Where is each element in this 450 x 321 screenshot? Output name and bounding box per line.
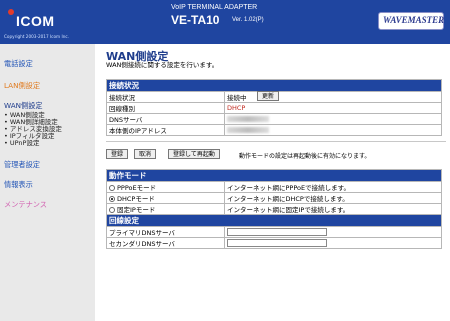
line-type-label: 回線種別 [106, 102, 225, 114]
radio-icon[interactable] [109, 207, 115, 213]
status-value-cell: 接続中 更新 [224, 91, 442, 103]
nav-admin-settings[interactable]: 管理者設定 [4, 160, 40, 170]
register-button[interactable]: 登録 [106, 149, 129, 159]
register-restart-button[interactable]: 登録して再起動 [168, 149, 220, 159]
dns-server-value [224, 113, 442, 125]
radio-icon[interactable] [109, 185, 115, 191]
primary-dns-label: プライマリDNSサーバ [106, 226, 225, 238]
primary-dns-input[interactable] [227, 228, 327, 236]
primary-dns-cell [224, 226, 442, 238]
mode-option-desc: インターネット網にPPPoEで接続します。 [224, 181, 442, 193]
secondary-dns-label: セカンダリDNSサーバ [106, 237, 225, 249]
nav-wan-settings[interactable]: WAN側設定 [4, 101, 43, 111]
cancel-button[interactable]: 取消 [134, 149, 157, 159]
sidebar: 電話設定 LAN側設定 WAN側設定 WAN側設定 WAN側詳細設定 アドレス変… [0, 44, 95, 321]
radio-selected-icon[interactable] [109, 196, 115, 202]
mode-option-dhcp[interactable]: DHCPモード [106, 192, 225, 204]
nav-phone-settings[interactable]: 電話設定 [4, 59, 33, 69]
logo-dot-icon [8, 9, 14, 15]
product-title: VE-TA10 [171, 13, 220, 27]
mode-option-label: DHCPモード [117, 195, 155, 203]
nav-lan-settings[interactable]: LAN側設定 [4, 81, 40, 91]
secondary-dns-cell [224, 237, 442, 249]
secondary-dns-input[interactable] [227, 239, 327, 247]
line-settings-header: 回線設定 [106, 214, 442, 227]
icom-logo: ICOM [6, 6, 66, 36]
device-ip-label: 本体側のIPアドレス [106, 124, 225, 136]
mode-option-static[interactable]: 固定IPモード [106, 203, 225, 215]
status-label: 接続状況 [106, 91, 225, 103]
divider [106, 141, 446, 142]
app-header: ICOM Copyright 2003-2017 Icom Inc. VoIP … [0, 0, 450, 44]
product-version: Ver. 1.02(P) [232, 17, 264, 23]
mode-option-pppoe[interactable]: PPPoEモード [106, 181, 225, 193]
mode-option-label: 固定IPモード [117, 206, 156, 214]
restart-note: 動作モードの設定は再起動後に有効になります。 [239, 153, 371, 160]
copyright: Copyright 2003-2017 Icom Inc. [4, 34, 69, 39]
status-value: 接続中 [227, 94, 247, 102]
brand-logo: WAVEMASTER [378, 12, 444, 30]
nav-info-display[interactable]: 情報表示 [4, 180, 33, 190]
status-header: 接続状況 [106, 79, 442, 92]
mode-table: 動作モード PPPoEモード インターネット網にPPPoEで接続します。 DHC… [106, 169, 442, 249]
device-ip-value [224, 124, 442, 136]
connection-status-table: 接続状況 接続状況 接続中 更新 回線種別 DHCP DNSサーバ 本体側のIP… [106, 79, 442, 136]
blurred-value [227, 127, 269, 133]
mode-option-desc: インターネット網にDHCPで接続します。 [224, 192, 442, 204]
mode-option-label: PPPoEモード [117, 184, 157, 192]
wan-sub-list: WAN側設定 WAN側詳細設定 アドレス変換設定 IPフィルタ設定 UPnP設定 [4, 112, 62, 147]
line-type-value: DHCP [224, 102, 442, 114]
mode-header: 動作モード [106, 169, 442, 182]
blurred-value [227, 116, 269, 122]
update-button[interactable]: 更新 [257, 91, 280, 101]
sub-item-upnp[interactable]: UPnP設定 [4, 140, 62, 147]
mode-option-desc: インターネット網に固定IPで接続します。 [224, 203, 442, 215]
brand-text: WAVEMASTER [383, 15, 445, 25]
product-subtitle: VoIP TERMINAL ADAPTER [171, 4, 258, 11]
dns-server-label: DNSサーバ [106, 113, 225, 125]
page-description: WAN側接続に関する設定を行います。 [106, 61, 219, 69]
nav-maintenance[interactable]: メンテナンス [4, 200, 47, 210]
logo-text: ICOM [16, 13, 55, 29]
button-row: 登録 取消 登録して再起動 動作モードの設定は再起動後に有効になります。 [106, 149, 446, 161]
